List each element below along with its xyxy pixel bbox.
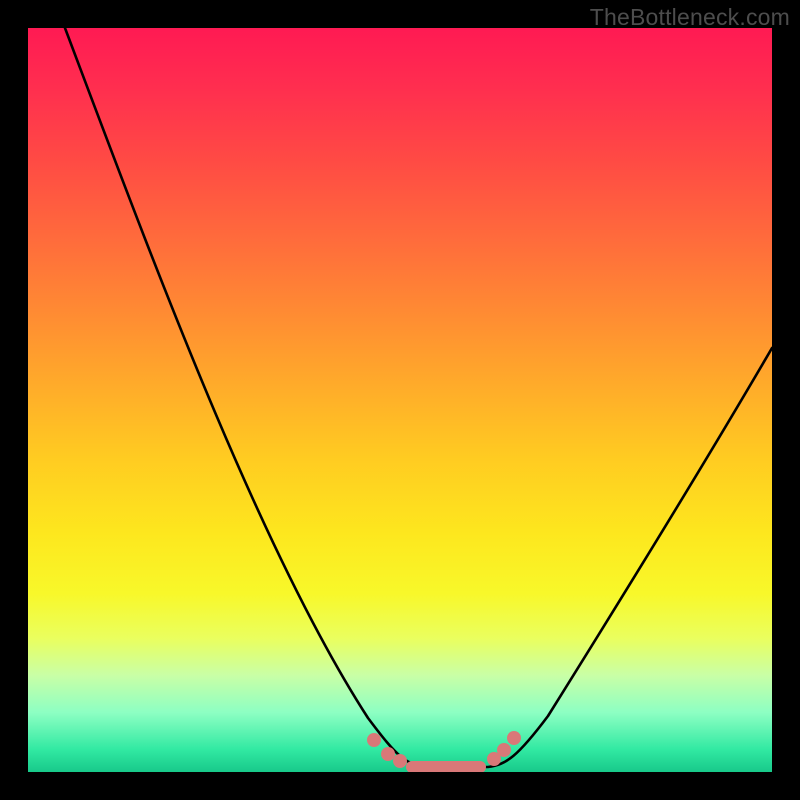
marker-dot [367,733,381,747]
bottleneck-curve-path [65,28,772,767]
marker-dot [497,743,511,757]
watermark-text: TheBottleneck.com [590,4,790,31]
marker-flat-segment [406,761,486,772]
chart-stage: TheBottleneck.com [0,0,800,800]
marker-dot [507,731,521,745]
plot-area [28,28,772,772]
marker-dot [393,754,407,768]
marker-dot [381,747,395,761]
bottleneck-curve-svg [28,28,772,772]
